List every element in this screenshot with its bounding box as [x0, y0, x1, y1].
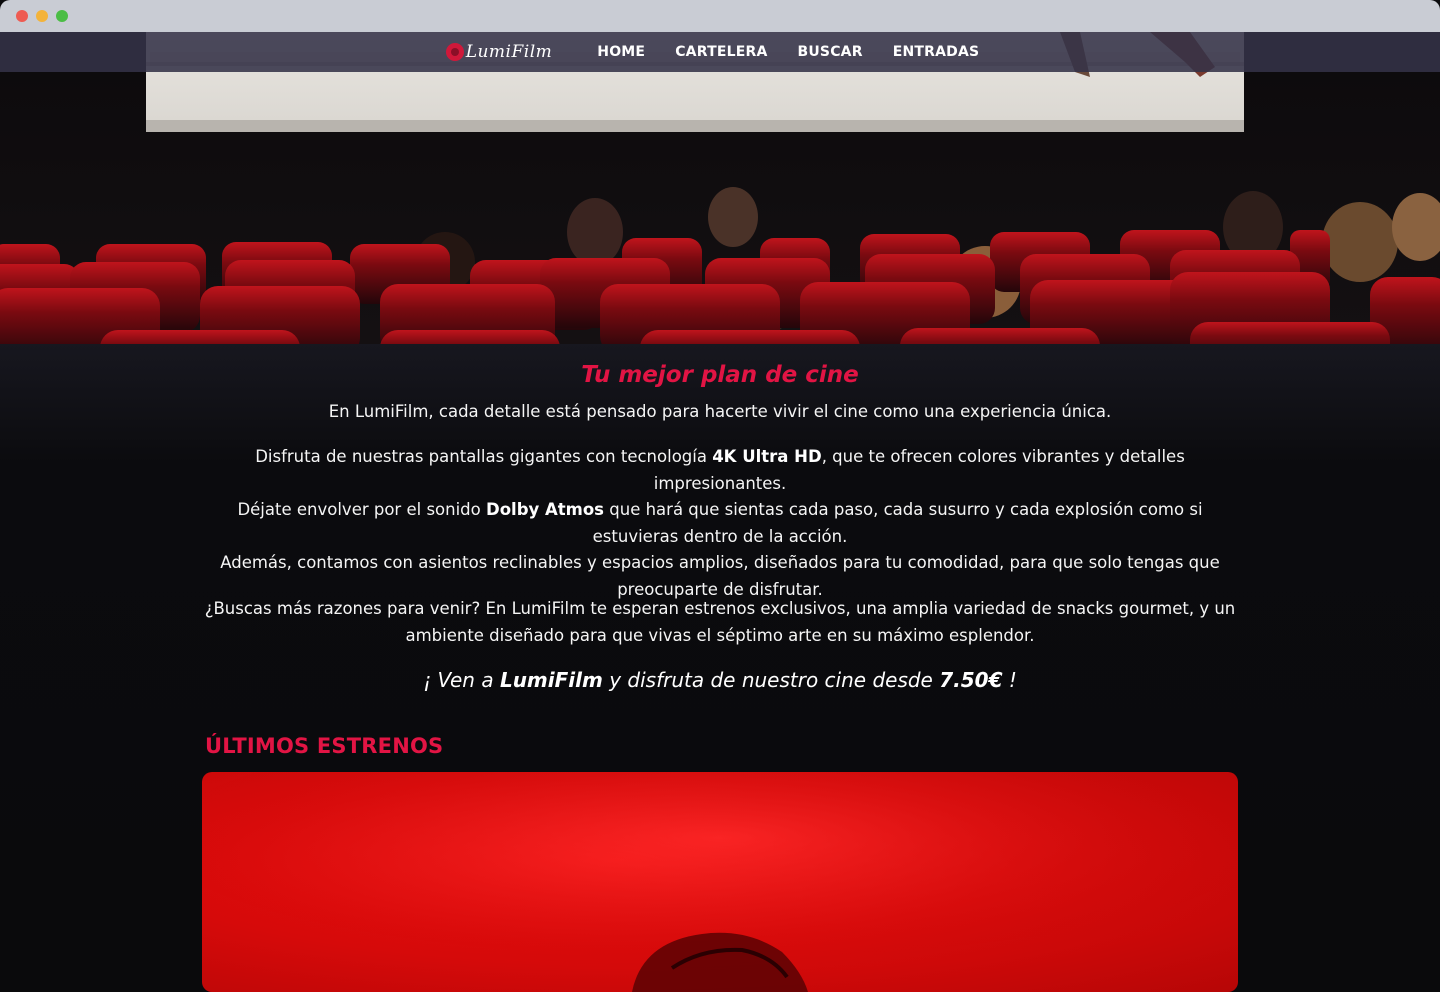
nav-link-entradas[interactable]: ENTRADAS [893, 44, 980, 60]
release-poster-card[interactable] [202, 772, 1238, 992]
nav-link-buscar[interactable]: BUSCAR [797, 44, 862, 60]
main-content: Tu mejor plan de cine En LumiFilm, cada … [0, 344, 1440, 992]
latest-releases-title: ÚLTIMOS ESTRENOS [205, 734, 444, 758]
minimize-window-button[interactable] [36, 10, 48, 22]
cta-text: ! [1002, 668, 1017, 692]
price-call-to-action: ¡ Ven a LumiFilm y disfruta de nuestro c… [0, 668, 1440, 692]
intro-paragraph-3: ¿Buscas más razones para venir? En LumiF… [204, 599, 1236, 645]
intro-text: Déjate envolver por el sonido [237, 500, 486, 520]
hero-cinema-image [0, 32, 1440, 344]
nav-link-cartelera[interactable]: CARTELERA [675, 44, 767, 60]
intro-text: Disfruta de nuestras pantallas gigantes … [255, 447, 713, 466]
brand-name: LumiFilm [465, 42, 553, 62]
intro-text: que hará que sientas cada paso, cada sus… [592, 500, 1203, 546]
intro-paragraph-1: En LumiFilm, cada detalle está pensado p… [328, 402, 1112, 421]
page-tagline: Tu mejor plan de cine [581, 362, 859, 388]
maximize-window-button[interactable] [56, 10, 68, 22]
intro-paragraph-2: Disfruta de nuestras pantallas gigantes … [200, 444, 1240, 604]
browser-titlebar [0, 0, 1440, 32]
brand-logo[interactable]: LumiFilm [445, 42, 553, 62]
highlight-dolby: Dolby Atmos [486, 500, 605, 520]
highlight-4k: 4K Ultra HD [712, 447, 822, 466]
cta-text: y disfruta de nuestro cine desde [602, 668, 940, 692]
cta-brand: LumiFilm [499, 668, 603, 692]
cta-price: 7.50€ [939, 668, 1003, 692]
nav-link-home[interactable]: HOME [597, 44, 645, 60]
cta-text: ¡ Ven a [423, 668, 500, 692]
logo-icon [445, 43, 464, 61]
close-window-button[interactable] [16, 10, 28, 22]
main-navbar: LumiFilm HOME CARTELERA BUSCAR ENTRADAS [0, 32, 1440, 72]
intro-text: Además, contamos con asientos reclinable… [220, 553, 1220, 599]
